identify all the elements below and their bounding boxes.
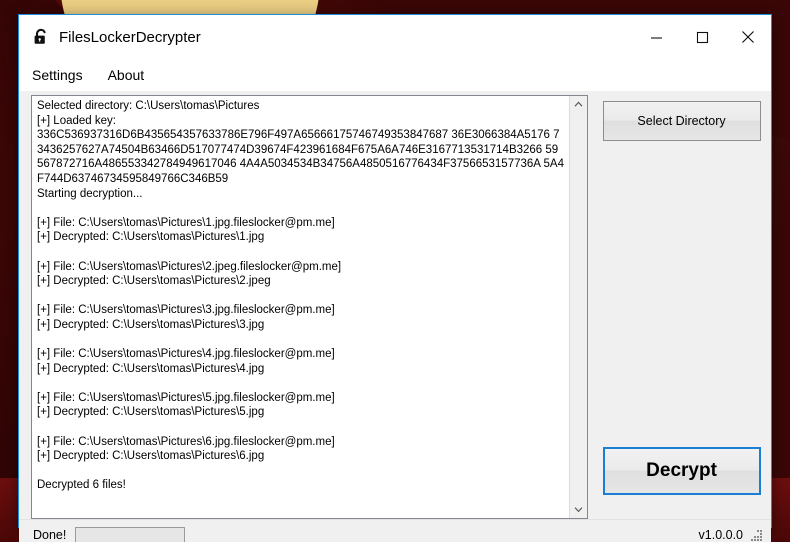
log-line: [+] Decrypted: C:\Users\tomas\Pictures\3…	[37, 318, 265, 331]
decrypt-button[interactable]: Decrypt	[602, 447, 761, 495]
resize-grip[interactable]	[749, 528, 763, 542]
log-line: [+] File: C:\Users\tomas\Pictures\1.jpg.…	[37, 216, 335, 229]
client-area: Selected directory: C:\Users\tomas\Pictu…	[19, 91, 771, 519]
menu-item-about[interactable]: About	[108, 63, 156, 87]
select-directory-button[interactable]: Select Directory	[602, 101, 761, 141]
log-line: 336C536937316D6B435654357633786E796F497A…	[37, 129, 564, 185]
title-bar-left: FilesLockerDecrypter	[19, 28, 633, 46]
minimize-button[interactable]	[633, 15, 679, 59]
log-line: Decrypted 6 files!	[37, 479, 126, 492]
log-line: [+] Loaded key:	[37, 114, 116, 127]
log-line: [+] File: C:\Users\tomas\Pictures\4.jpg.…	[37, 348, 335, 361]
log-blank-line	[37, 376, 565, 391]
log-line: [+] File: C:\Users\tomas\Pictures\5.jpg.…	[37, 391, 335, 404]
log-blank-line	[37, 245, 565, 260]
log-scrollbar[interactable]	[568, 96, 587, 518]
log-blank-line	[37, 333, 565, 348]
log-output[interactable]: Selected directory: C:\Users\tomas\Pictu…	[32, 96, 569, 518]
log-line: [+] Decrypted: C:\Users\tomas\Pictures\5…	[37, 406, 265, 419]
log-line: [+] Decrypted: C:\Users\tomas\Pictures\6…	[37, 450, 265, 463]
log-blank-line	[37, 201, 565, 216]
menu-item-settings[interactable]: Settings	[32, 63, 94, 87]
maximize-button[interactable]	[679, 15, 725, 59]
action-button-column: Select Directory Decrypt	[602, 95, 761, 519]
window-title: FilesLockerDecrypter	[59, 28, 201, 46]
scrollbar-track[interactable]	[569, 113, 587, 501]
scrollbar-down-arrow[interactable]	[569, 501, 587, 518]
title-bar[interactable]: FilesLockerDecrypter	[19, 15, 771, 59]
progress-bar	[75, 526, 186, 542]
log-line: [+] Decrypted: C:\Users\tomas\Pictures\4…	[37, 362, 265, 375]
menu-bar: Settings About	[19, 59, 771, 91]
log-line: Starting decryption...	[37, 187, 143, 200]
version-label: v1.0.0.0	[698, 528, 743, 542]
log-blank-line	[37, 420, 565, 435]
status-label: Done!	[33, 528, 67, 542]
log-line: [+] Decrypted: C:\Users\tomas\Pictures\2…	[37, 275, 271, 288]
log-line: [+] Decrypted: C:\Users\tomas\Pictures\1…	[37, 231, 265, 244]
status-bar: Done! v1.0.0.0	[19, 519, 771, 542]
desktop-background: PC a .com FilesLockerDecrypter	[0, 0, 790, 542]
log-blank-line	[37, 289, 565, 304]
log-line: [+] File: C:\Users\tomas\Pictures\6.jpg.…	[37, 435, 335, 448]
application-window: FilesLockerDecrypter Settings About Sele…	[18, 14, 772, 542]
log-blank-line	[37, 464, 565, 479]
scrollbar-up-arrow[interactable]	[569, 96, 587, 113]
log-line: Selected directory: C:\Users\tomas\Pictu…	[37, 100, 260, 112]
log-panel: Selected directory: C:\Users\tomas\Pictu…	[31, 95, 588, 519]
close-button[interactable]	[725, 15, 771, 59]
log-line: [+] File: C:\Users\tomas\Pictures\2.jpeg…	[37, 260, 342, 273]
log-line: [+] File: C:\Users\tomas\Pictures\3.jpg.…	[37, 304, 335, 317]
padlock-icon	[32, 28, 50, 46]
